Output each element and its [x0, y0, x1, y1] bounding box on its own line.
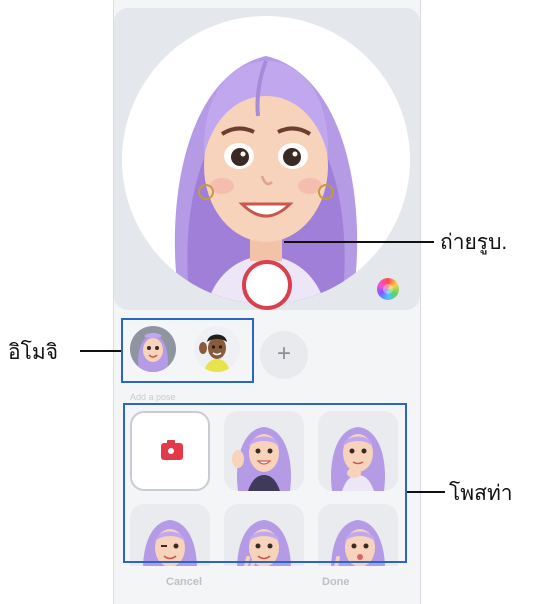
cancel-button[interactable]: Cancel	[166, 576, 202, 588]
emoji-label: อิโมจิ	[8, 341, 59, 364]
emoji-callout-line	[80, 350, 121, 352]
take-photo-callout-line	[284, 241, 434, 243]
add-emoji-button[interactable]: +	[260, 331, 308, 379]
bottom-bar: Cancel Done	[114, 566, 420, 604]
take-photo-label: ถ่ายรูบ.	[440, 231, 508, 254]
poses-callout-box	[123, 403, 407, 563]
emoji-callout-box	[121, 318, 254, 383]
shutter-button[interactable]	[242, 260, 292, 310]
camera-preview-area	[114, 8, 420, 310]
done-button[interactable]: Done	[322, 576, 350, 588]
section-label: Add a pose	[130, 392, 176, 402]
poses-callout-line	[407, 491, 445, 493]
color-palette-button[interactable]	[377, 278, 399, 300]
plus-icon: +	[276, 340, 291, 367]
poses-label: โพสท่า	[449, 482, 513, 505]
